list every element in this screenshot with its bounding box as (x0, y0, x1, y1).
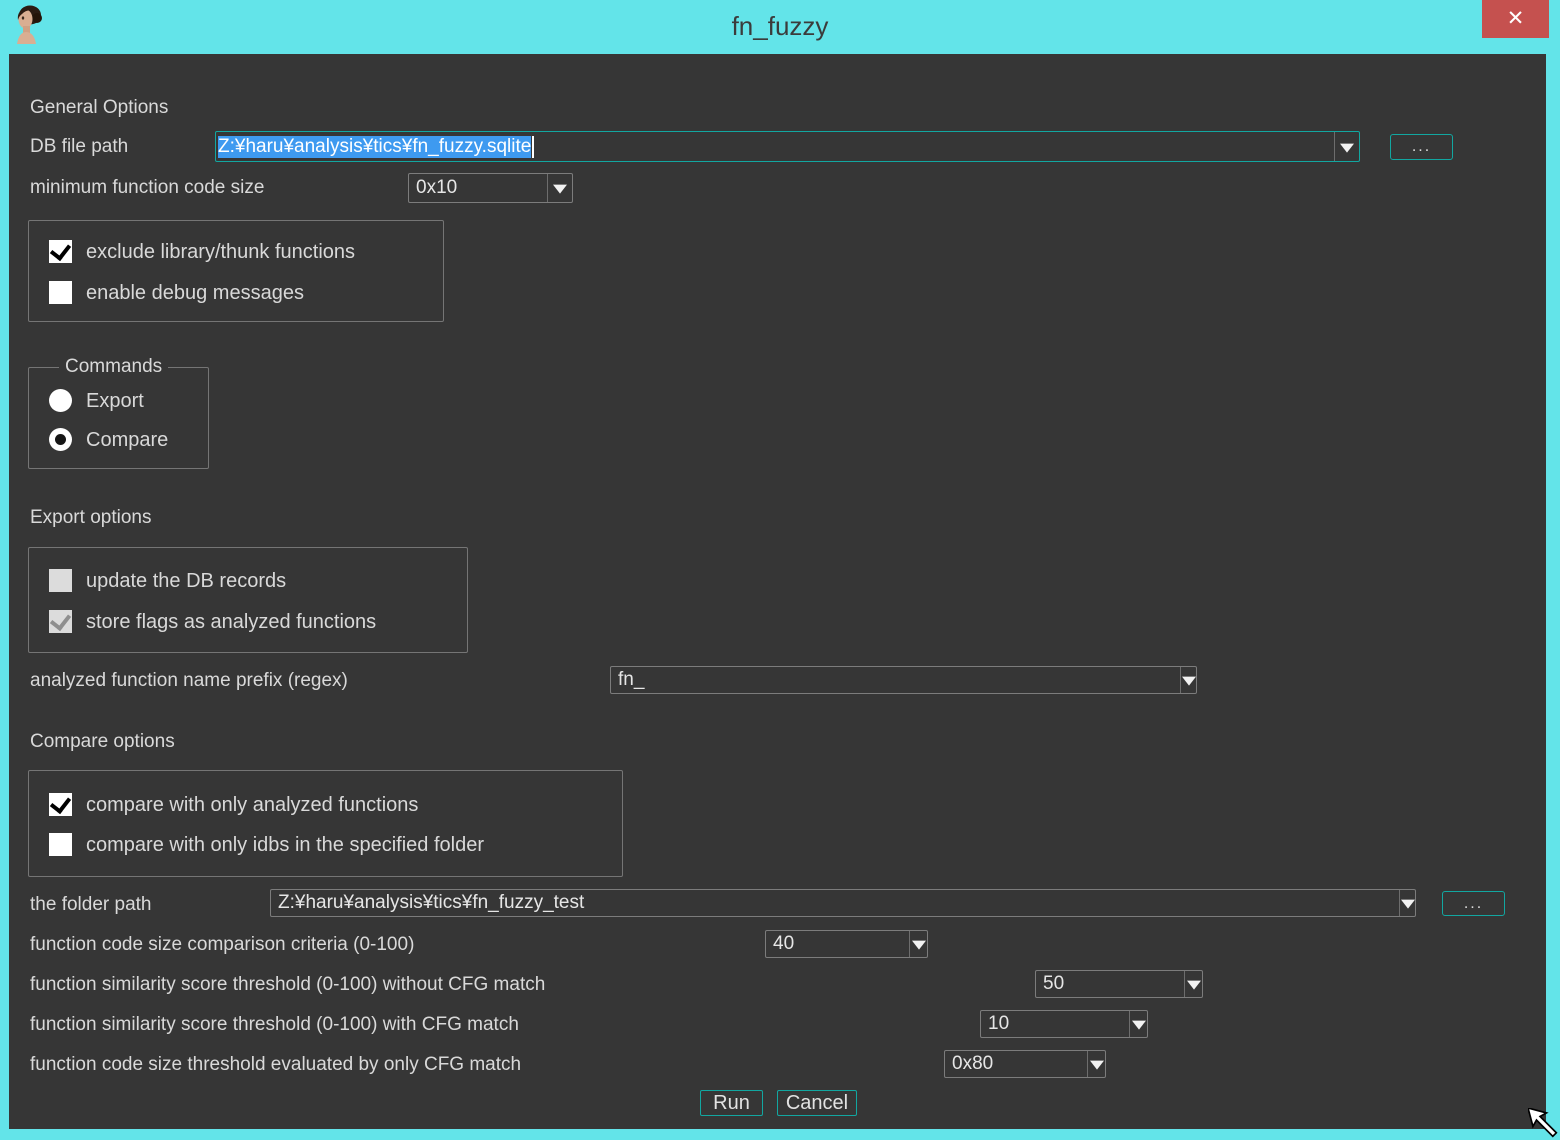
commands-legend: Commands (59, 356, 168, 378)
cancel-button[interactable]: Cancel (777, 1090, 857, 1116)
compare-radio[interactable] (49, 428, 72, 451)
min-code-size-value[interactable]: 0x10 (409, 174, 546, 202)
only-idbs-checkbox[interactable] (49, 833, 72, 856)
exclude-library-label[interactable]: exclude library/thunk functions (86, 241, 355, 264)
exclude-library-checkbox[interactable] (49, 240, 72, 263)
compare-options-heading: Compare options (30, 731, 175, 753)
with-cfg-label: function similarity score threshold (0-1… (30, 1014, 519, 1036)
without-cfg-label: function similarity score threshold (0-1… (30, 974, 545, 996)
mouse-cursor (1528, 1108, 1560, 1140)
chevron-down-icon[interactable] (547, 174, 572, 202)
general-options-heading: General Options (30, 97, 168, 119)
folder-path-value[interactable]: Z:¥haru¥analysis¥tics¥fn_fuzzy_test (271, 890, 1389, 916)
prefix-combo[interactable]: fn_ (610, 666, 1197, 694)
criteria-combo[interactable]: 40 (765, 930, 928, 958)
chevron-down-icon[interactable] (1129, 1011, 1147, 1037)
db-file-path-combo[interactable]: Z:¥haru¥analysis¥tics¥fn_fuzzy.sqlite (215, 131, 1360, 162)
commands-groupbox: Commands Export Compare (28, 367, 209, 469)
export-radio[interactable] (49, 389, 72, 412)
db-file-path-value[interactable]: Z:¥haru¥analysis¥tics¥fn_fuzzy.sqlite (216, 132, 1333, 161)
debug-messages-checkbox[interactable] (49, 281, 72, 304)
criteria-value[interactable]: 40 (766, 931, 901, 957)
prefix-value[interactable]: fn_ (611, 667, 1170, 693)
flags-groupbox: exclude library/thunk functions enable d… (28, 220, 444, 322)
chevron-down-icon[interactable] (1087, 1051, 1105, 1077)
close-button[interactable]: ✕ (1482, 0, 1549, 38)
prefix-label: analyzed function name prefix (regex) (30, 670, 348, 692)
text-caret (532, 136, 534, 158)
compare-radio-label[interactable]: Compare (86, 429, 168, 452)
chevron-down-icon[interactable] (1184, 971, 1202, 997)
chevron-down-icon[interactable] (909, 931, 927, 957)
chevron-down-icon[interactable] (1180, 667, 1196, 693)
folder-path-combo[interactable]: Z:¥haru¥analysis¥tics¥fn_fuzzy_test (270, 889, 1416, 917)
debug-messages-label[interactable]: enable debug messages (86, 282, 304, 305)
update-db-checkbox[interactable] (49, 569, 72, 592)
window-title: fn_fuzzy (0, 11, 1560, 42)
export-options-heading: Export options (30, 507, 151, 529)
with-cfg-value[interactable]: 10 (981, 1011, 1121, 1037)
chevron-down-icon[interactable] (1334, 132, 1359, 161)
db-file-path-label: DB file path (30, 136, 128, 158)
only-analyzed-label[interactable]: compare with only analyzed functions (86, 794, 418, 817)
title-bar[interactable]: fn_fuzzy ✕ (0, 0, 1560, 54)
min-code-size-combo[interactable]: 0x10 (408, 173, 573, 203)
without-cfg-combo[interactable]: 50 (1035, 970, 1203, 998)
update-db-label[interactable]: update the DB records (86, 570, 286, 593)
size-threshold-value[interactable]: 0x80 (945, 1051, 1079, 1077)
min-code-size-label: minimum function code size (30, 177, 264, 199)
size-threshold-label: function code size threshold evaluated b… (30, 1054, 521, 1076)
store-flags-label[interactable]: store flags as analyzed functions (86, 611, 376, 634)
folder-path-label: the folder path (30, 894, 151, 916)
run-button[interactable]: Run (700, 1090, 763, 1116)
dialog-window: fn_fuzzy ✕ General Options DB file path … (0, 0, 1560, 1140)
compare-groupbox: compare with only analyzed functions com… (28, 770, 623, 877)
export-groupbox: update the DB records store flags as ana… (28, 547, 468, 653)
with-cfg-combo[interactable]: 10 (980, 1010, 1148, 1038)
store-flags-checkbox[interactable] (49, 610, 72, 633)
db-file-browse-button[interactable]: ... (1390, 134, 1453, 160)
only-analyzed-checkbox[interactable] (49, 793, 72, 816)
export-radio-label[interactable]: Export (86, 390, 144, 413)
size-threshold-combo[interactable]: 0x80 (944, 1050, 1106, 1078)
folder-browse-button[interactable]: ... (1442, 891, 1505, 916)
without-cfg-value[interactable]: 50 (1036, 971, 1176, 997)
dialog-body: General Options DB file path Z:¥haru¥ana… (9, 54, 1546, 1129)
chevron-down-icon[interactable] (1399, 890, 1415, 916)
criteria-label: function code size comparison criteria (… (30, 934, 414, 956)
only-idbs-label[interactable]: compare with only idbs in the specified … (86, 834, 484, 857)
